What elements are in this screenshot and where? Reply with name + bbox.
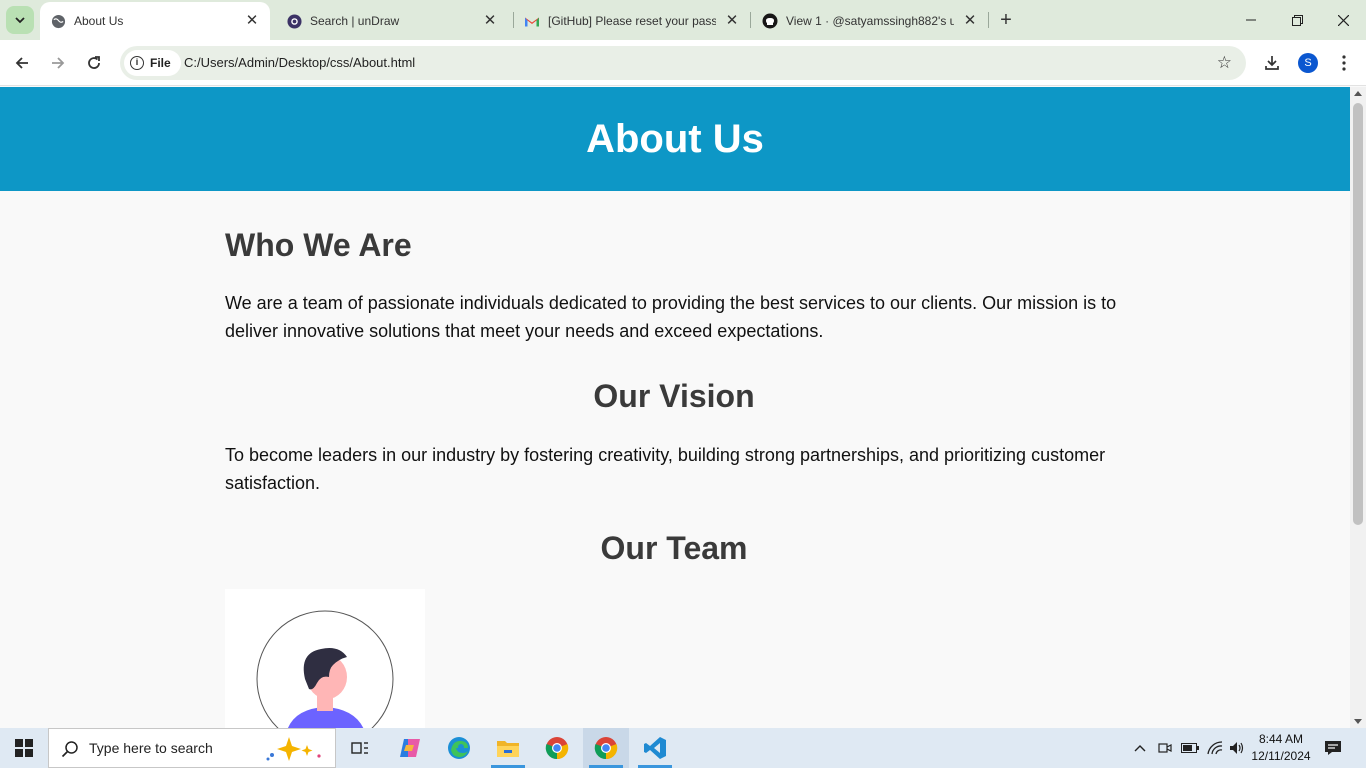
close-icon bbox=[1337, 14, 1349, 26]
team-member-card bbox=[225, 589, 425, 728]
search-icon bbox=[61, 741, 78, 758]
minimize-icon bbox=[1246, 19, 1256, 21]
browser-toolbar: i File C:/Users/Admin/Desktop/css/About.… bbox=[0, 40, 1366, 86]
wifi-icon bbox=[1207, 741, 1223, 755]
avatar: S bbox=[1298, 53, 1318, 73]
close-tab-icon[interactable]: ✕ bbox=[724, 13, 740, 29]
chrome-active-taskbar-button[interactable] bbox=[583, 728, 629, 768]
address-bar[interactable]: i File C:/Users/Admin/Desktop/css/About.… bbox=[120, 46, 1246, 80]
speaker-icon bbox=[1230, 742, 1244, 754]
arrow-right-icon bbox=[52, 57, 65, 69]
volume-tray-button[interactable] bbox=[1227, 728, 1247, 768]
scroll-up-icon[interactable] bbox=[1354, 91, 1362, 96]
bookmark-star-icon[interactable]: ☆ bbox=[1217, 53, 1232, 73]
notifications-button[interactable] bbox=[1320, 728, 1346, 768]
file-explorer-taskbar-button[interactable] bbox=[485, 728, 531, 768]
taskbar-search-box[interactable]: Type here to search bbox=[48, 728, 336, 768]
vision-heading: Our Vision bbox=[593, 378, 755, 414]
who-we-are-heading: Who We Are bbox=[225, 227, 412, 263]
github-icon bbox=[762, 13, 778, 29]
close-tab-icon[interactable]: ✕ bbox=[244, 13, 260, 29]
vscode-taskbar-button[interactable] bbox=[632, 728, 678, 768]
vertical-scrollbar[interactable] bbox=[1350, 87, 1366, 728]
gmail-icon bbox=[524, 13, 540, 29]
site-info-chip[interactable]: i File bbox=[124, 50, 181, 76]
tab-undraw[interactable]: Search | unDraw ✕ bbox=[276, 2, 508, 40]
battery-icon bbox=[1181, 743, 1199, 753]
tab-title: View 1 · @satyamssingh882's u bbox=[786, 14, 954, 28]
scrollbar-thumb[interactable] bbox=[1353, 103, 1363, 525]
meet-now-tray-button[interactable] bbox=[1155, 728, 1175, 768]
chevron-up-icon bbox=[1134, 745, 1146, 752]
tab-separator bbox=[750, 12, 751, 28]
url-text[interactable]: C:/Users/Admin/Desktop/css/About.html bbox=[184, 55, 415, 70]
info-icon: i bbox=[130, 56, 144, 70]
close-tab-icon[interactable]: ✕ bbox=[962, 13, 978, 29]
edge-icon bbox=[448, 737, 470, 759]
notification-icon bbox=[1325, 741, 1341, 755]
windows-taskbar: Type here to search 8:44 AM 12/11/2024 bbox=[0, 728, 1366, 768]
browser-tabstrip: About Us ✕ Search | unDraw ✕ [GitHub] Pl… bbox=[0, 0, 1366, 40]
chrome-taskbar-button[interactable] bbox=[534, 728, 580, 768]
tab-search-button[interactable] bbox=[6, 6, 34, 34]
team-heading: Our Team bbox=[600, 530, 748, 566]
profile-button[interactable]: S bbox=[1293, 48, 1323, 78]
arrow-left-icon bbox=[15, 57, 28, 69]
folder-icon bbox=[497, 741, 519, 757]
tab-github[interactable]: View 1 · @satyamssingh882's u ✕ bbox=[752, 2, 988, 40]
edge-taskbar-button[interactable] bbox=[436, 728, 482, 768]
copilot-taskbar-button[interactable] bbox=[387, 728, 433, 768]
windows-logo-icon bbox=[15, 739, 33, 757]
downloads-button[interactable] bbox=[1257, 48, 1287, 78]
who-we-are-text: We are a team of passionate individuals … bbox=[225, 293, 1117, 341]
close-tab-icon[interactable]: ✕ bbox=[482, 13, 498, 29]
chrome-icon bbox=[594, 737, 618, 760]
download-icon bbox=[1265, 56, 1279, 70]
chrome-icon bbox=[545, 737, 569, 760]
show-hidden-icons-button[interactable] bbox=[1130, 728, 1150, 768]
clock-time: 8:44 AM bbox=[1258, 732, 1304, 746]
reload-button[interactable] bbox=[79, 48, 109, 78]
task-view-icon bbox=[351, 742, 368, 754]
taskbar-search-placeholder: Type here to search bbox=[89, 740, 213, 756]
restore-icon bbox=[1291, 14, 1303, 26]
vision-text: To become leaders in our industry by fos… bbox=[225, 445, 1106, 493]
reload-icon bbox=[88, 56, 100, 69]
restore-button[interactable] bbox=[1274, 0, 1320, 40]
copilot-icon bbox=[400, 739, 420, 757]
wifi-tray-button[interactable] bbox=[1204, 728, 1226, 768]
clock-date: 12/11/2024 bbox=[1251, 749, 1311, 763]
tab-separator bbox=[988, 12, 989, 28]
menu-button[interactable] bbox=[1329, 48, 1359, 78]
battery-tray-button[interactable] bbox=[1179, 728, 1201, 768]
person-avatar-illustration bbox=[256, 610, 394, 728]
forward-button[interactable] bbox=[43, 48, 73, 78]
tab-about-us[interactable]: About Us ✕ bbox=[40, 2, 270, 40]
search-highlight-sparkle-icon bbox=[266, 737, 321, 761]
tab-title: About Us bbox=[74, 14, 124, 28]
kebab-menu-icon bbox=[1342, 55, 1346, 71]
camera-icon bbox=[1158, 743, 1172, 753]
minimize-button[interactable] bbox=[1228, 0, 1274, 40]
back-button[interactable] bbox=[7, 48, 37, 78]
globe-icon bbox=[50, 13, 66, 29]
vscode-icon bbox=[644, 737, 666, 759]
page-header: About Us bbox=[0, 87, 1350, 191]
tab-gmail[interactable]: [GitHub] Please reset your pass ✕ bbox=[514, 2, 750, 40]
new-tab-button[interactable]: + bbox=[994, 8, 1018, 32]
close-window-button[interactable] bbox=[1320, 0, 1366, 40]
site-info-label: File bbox=[150, 56, 171, 70]
undraw-icon bbox=[286, 13, 302, 29]
page-title: About Us bbox=[586, 116, 764, 161]
chevron-down-icon bbox=[15, 17, 25, 24]
tab-title: Search | unDraw bbox=[310, 14, 400, 28]
start-button[interactable] bbox=[0, 728, 48, 768]
taskbar-clock[interactable]: 8:44 AM 12/11/2024 bbox=[1246, 731, 1316, 765]
task-view-button[interactable] bbox=[337, 728, 383, 768]
page-viewport: About Us Who We Are We are a team of pas… bbox=[0, 87, 1350, 728]
tab-title: [GitHub] Please reset your pass bbox=[548, 14, 716, 28]
scroll-down-icon[interactable] bbox=[1354, 719, 1362, 724]
